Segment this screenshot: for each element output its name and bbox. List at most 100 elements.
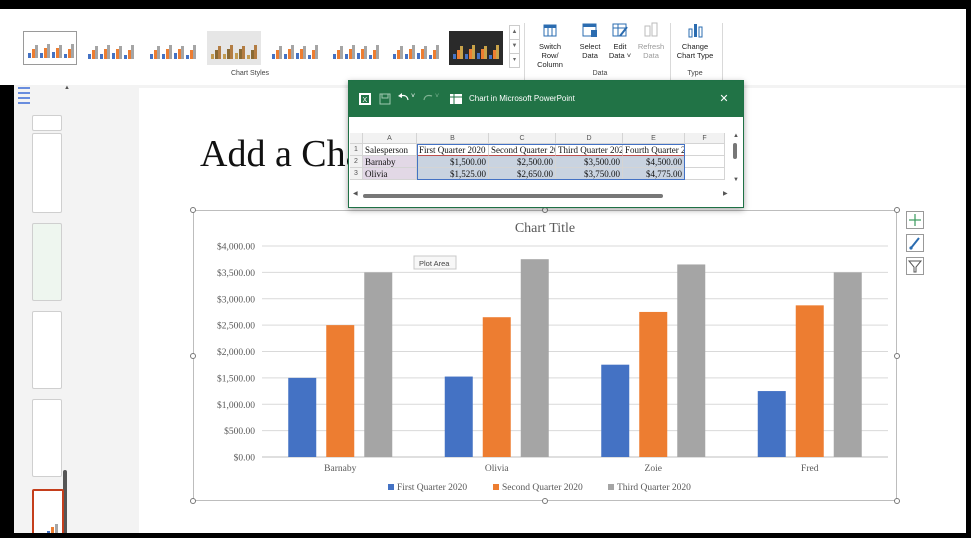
switch-row-column-button[interactable]: Switch Row/ Column bbox=[530, 21, 570, 69]
redo-dropdown-icon[interactable]: ˅ bbox=[435, 93, 439, 100]
chart-style-2[interactable] bbox=[84, 31, 138, 65]
chart-style-7[interactable] bbox=[389, 31, 443, 65]
excel-title-bar: X ˅ ˅ Chart in Microsoft PowerPoint ✕ bbox=[349, 81, 743, 117]
close-icon: ✕ bbox=[719, 93, 729, 105]
scroll-up-arrow-icon[interactable]: ▲ bbox=[733, 133, 739, 139]
row-header-3[interactable]: 3 bbox=[350, 168, 363, 180]
select-all-corner[interactable] bbox=[350, 133, 363, 144]
save-icon[interactable] bbox=[379, 93, 391, 105]
cell-a2[interactable]: Barnaby bbox=[363, 156, 417, 168]
slide-thumbnail-3[interactable] bbox=[32, 223, 62, 301]
select-data-button[interactable]: Select Data bbox=[575, 21, 605, 60]
chart-object[interactable] bbox=[193, 210, 897, 501]
slide-thumbnail-2[interactable] bbox=[32, 133, 62, 213]
edit-data-label-2: Data ˅ bbox=[608, 51, 632, 60]
refresh-data-label-1: Refresh bbox=[637, 42, 665, 51]
cell-c3[interactable]: $2,650.00 bbox=[489, 168, 556, 180]
scroll-down-arrow-icon[interactable]: ▼ bbox=[733, 177, 739, 183]
slide-thumbnail-5[interactable] bbox=[32, 399, 62, 477]
cell-a1[interactable]: Salesperson bbox=[363, 144, 417, 156]
chart-style-8[interactable] bbox=[449, 31, 503, 65]
change-chart-type-button[interactable]: Change Chart Type bbox=[674, 21, 716, 60]
cell-d3[interactable]: $3,750.00 bbox=[556, 168, 623, 180]
horizontal-scroll-thumb[interactable] bbox=[363, 194, 663, 198]
undo-icon[interactable] bbox=[397, 92, 411, 104]
powerpoint-window: ▲ ▼ ▾ Chart Styles Switch Row/ Column Se… bbox=[0, 0, 971, 538]
column-header-b[interactable]: B bbox=[417, 133, 489, 144]
resize-handle-s[interactable] bbox=[542, 498, 548, 504]
cell-e3[interactable]: $4,775.00 bbox=[623, 168, 685, 180]
resize-handle-ne[interactable] bbox=[894, 207, 900, 213]
cell-e2[interactable]: $4,500.00 bbox=[623, 156, 685, 168]
chart-styles-button[interactable] bbox=[906, 234, 924, 252]
title-bar bbox=[0, 0, 971, 9]
data-group-label: Data bbox=[592, 70, 608, 77]
scroll-left-arrow-icon[interactable]: ◀ bbox=[353, 190, 358, 197]
refresh-data-label-2: Data bbox=[643, 51, 659, 60]
resize-handle-w[interactable] bbox=[190, 353, 196, 359]
chart-style-6[interactable] bbox=[329, 31, 383, 65]
excel-horizontal-scrollbar[interactable]: ◀ ▶ bbox=[351, 191, 731, 201]
cell-d1[interactable]: Third Quarter 2020 bbox=[556, 144, 623, 156]
chart-filters-button[interactable] bbox=[906, 257, 924, 275]
column-header-a[interactable]: A bbox=[363, 133, 417, 144]
resize-handle-e[interactable] bbox=[894, 353, 900, 359]
column-header-d[interactable]: D bbox=[556, 133, 623, 144]
slide-thumbnail-6-selected[interactable] bbox=[32, 489, 64, 538]
edit-in-excel-icon[interactable] bbox=[450, 93, 462, 105]
select-data-icon bbox=[581, 21, 599, 39]
svg-text:X: X bbox=[363, 97, 368, 104]
cell-e1[interactable]: Fourth Quarter 2020 bbox=[623, 144, 685, 156]
chart-style-4[interactable] bbox=[207, 31, 261, 65]
cell-c2[interactable]: $2,500.00 bbox=[489, 156, 556, 168]
cell-f2[interactable] bbox=[685, 156, 725, 168]
select-data-label-2: Data bbox=[582, 51, 598, 60]
excel-window-title: Chart in Microsoft PowerPoint bbox=[469, 94, 575, 103]
switch-row-column-label-1: Switch Row/ bbox=[538, 42, 562, 60]
chart-elements-button[interactable] bbox=[906, 211, 924, 229]
scroll-right-arrow-icon[interactable]: ▶ bbox=[723, 190, 728, 197]
vertical-scroll-thumb[interactable] bbox=[733, 143, 737, 159]
row-header-1[interactable]: 1 bbox=[350, 144, 363, 156]
chart-style-5[interactable] bbox=[268, 31, 322, 65]
redo-icon[interactable] bbox=[421, 92, 435, 104]
slide-thumbnail-4[interactable] bbox=[32, 311, 62, 389]
slide-thumbnail-1[interactable] bbox=[32, 115, 62, 131]
cell-b2[interactable]: $1,500.00 bbox=[417, 156, 489, 168]
gallery-scroll-down[interactable]: ▼ bbox=[509, 39, 520, 54]
edit-data-button[interactable]: Edit Data ˅ bbox=[605, 21, 635, 60]
resize-handle-nw[interactable] bbox=[190, 207, 196, 213]
refresh-data-button[interactable]: Refresh Data bbox=[636, 21, 666, 60]
gallery-scroll-up[interactable]: ▲ bbox=[509, 25, 520, 40]
slide-title[interactable]: Add a Cha bbox=[200, 132, 363, 176]
cell-a3[interactable]: Olivia bbox=[363, 168, 417, 180]
chart-design-ribbon: ▲ ▼ ▾ Chart Styles Switch Row/ Column Se… bbox=[0, 9, 971, 86]
excel-vertical-scrollbar[interactable]: ▲ ▼ bbox=[731, 133, 741, 187]
close-excel-button[interactable]: ✕ bbox=[715, 90, 733, 108]
excel-data-window[interactable]: X ˅ ˅ Chart in Microsoft PowerPoint ✕ AB… bbox=[348, 80, 744, 208]
column-header-c[interactable]: C bbox=[489, 133, 556, 144]
cell-f1[interactable] bbox=[685, 144, 725, 156]
row-header-2[interactable]: 2 bbox=[350, 156, 363, 168]
cell-d2[interactable]: $3,500.00 bbox=[556, 156, 623, 168]
right-edge bbox=[966, 9, 971, 538]
chart-style-3[interactable] bbox=[146, 31, 200, 65]
cell-c1[interactable]: Second Quarter 2020 bbox=[489, 144, 556, 156]
change-chart-type-icon bbox=[686, 21, 704, 39]
ribbon-separator bbox=[524, 23, 525, 81]
chart-thumbnail-icon bbox=[47, 524, 58, 538]
cell-b3[interactable]: $1,525.00 bbox=[417, 168, 489, 180]
column-header-f[interactable]: F bbox=[685, 133, 725, 144]
select-data-label-1: Select bbox=[579, 42, 601, 51]
resize-handle-se[interactable] bbox=[894, 498, 900, 504]
ribbon-separator bbox=[670, 23, 671, 81]
cell-b1[interactable]: First Quarter 2020 bbox=[417, 144, 489, 156]
change-chart-type-label-2: Chart Type bbox=[676, 51, 714, 60]
undo-dropdown-icon[interactable]: ˅ bbox=[411, 93, 415, 100]
chart-style-1[interactable] bbox=[23, 31, 77, 65]
gallery-more[interactable]: ▾ bbox=[509, 53, 520, 68]
column-header-e[interactable]: E bbox=[623, 133, 685, 144]
resize-handle-sw[interactable] bbox=[190, 498, 196, 504]
excel-icon: X bbox=[359, 93, 371, 105]
cell-f3[interactable] bbox=[685, 168, 725, 180]
